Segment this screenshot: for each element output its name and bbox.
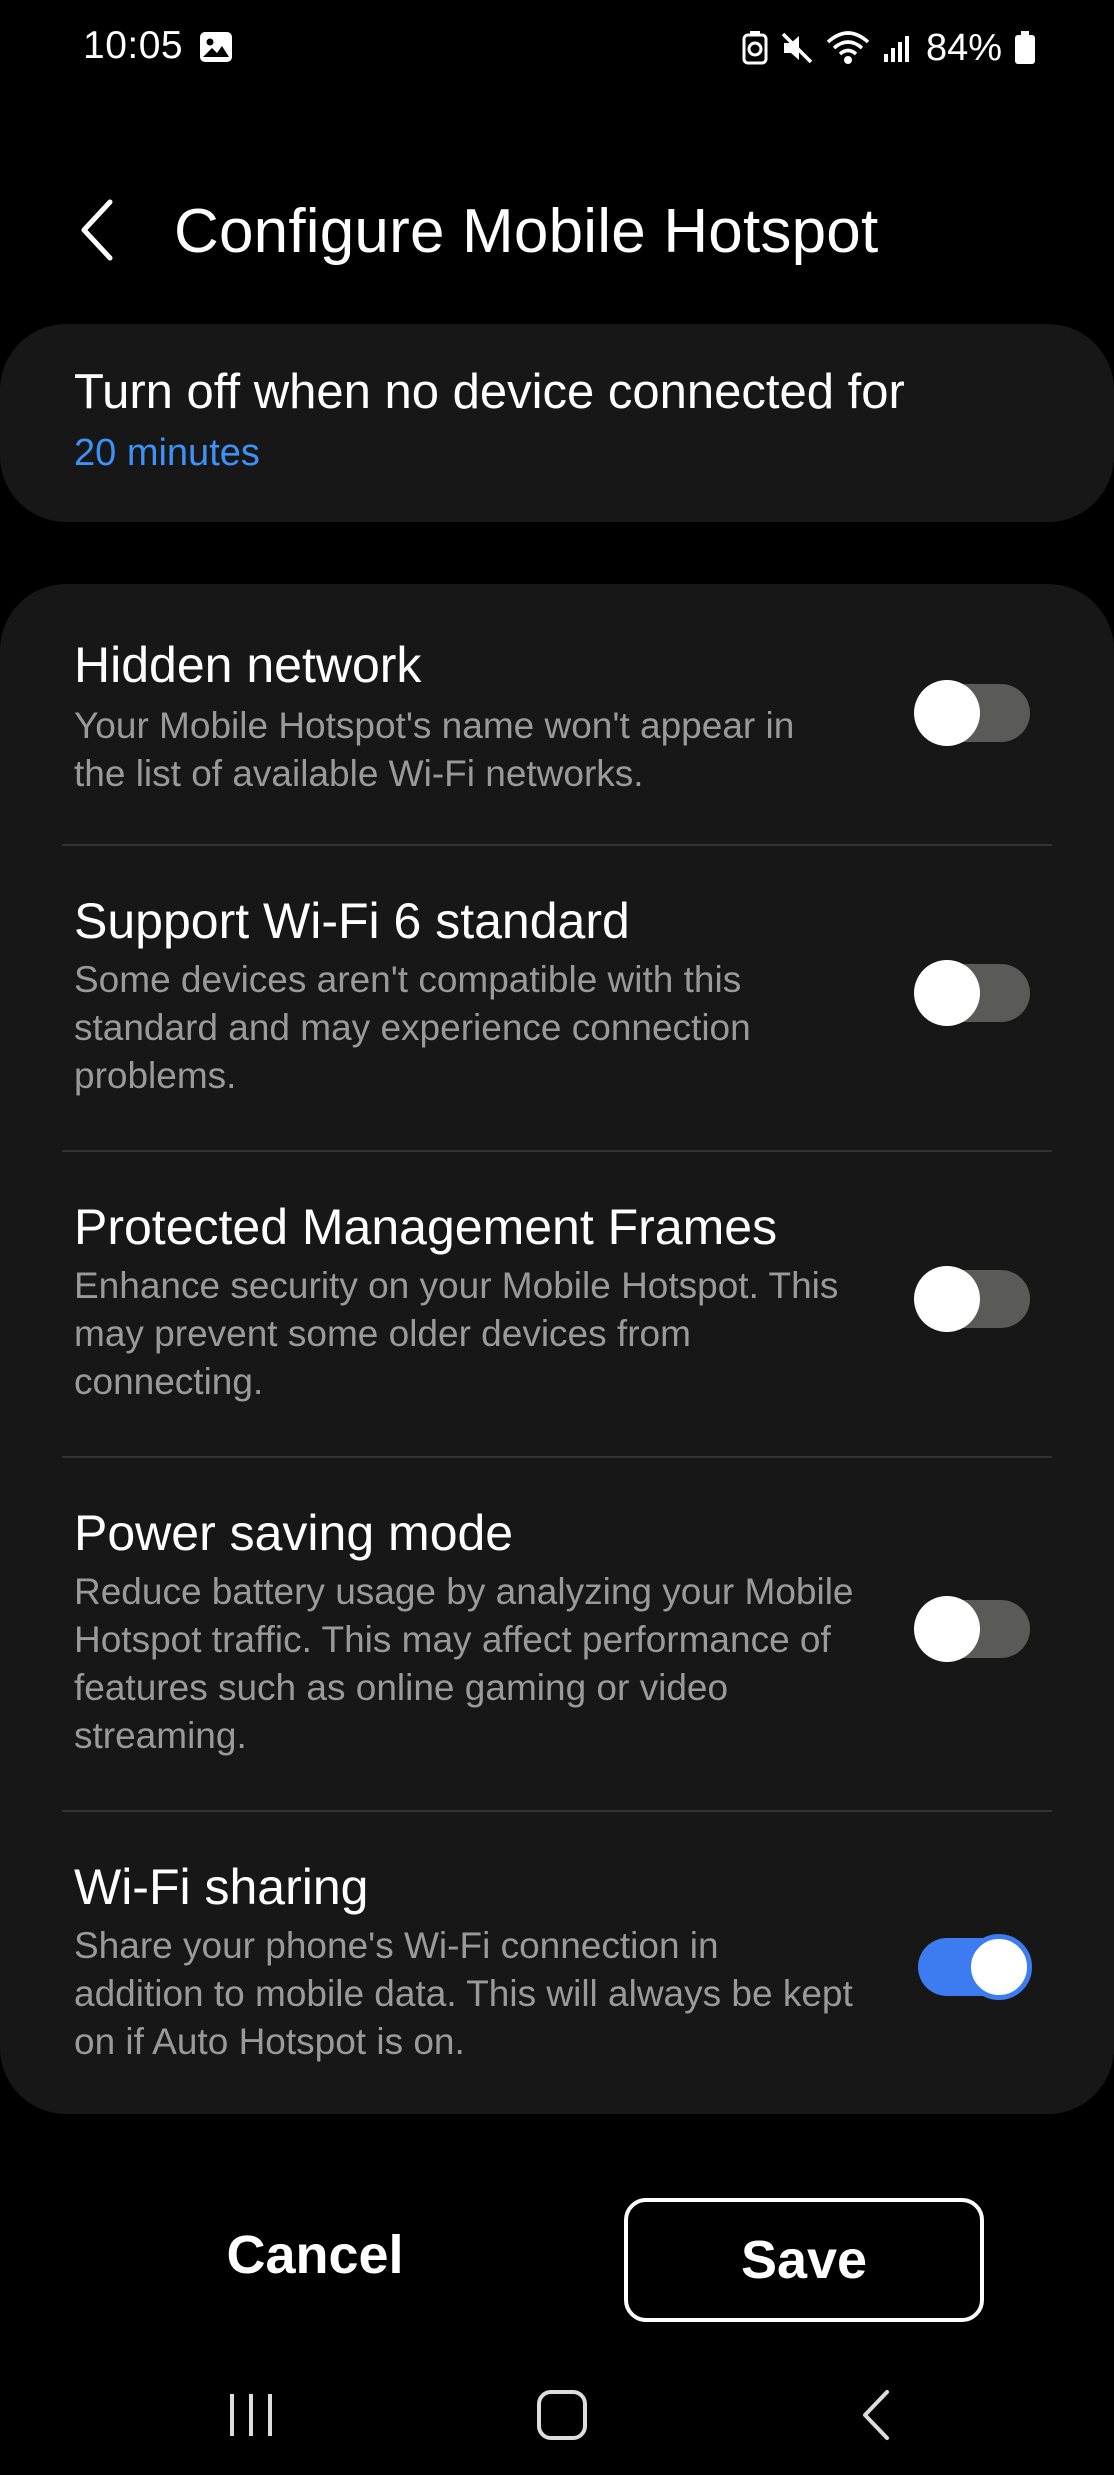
home-icon	[537, 2390, 587, 2440]
toggle-knob	[966, 1934, 1032, 2000]
signal-icon	[883, 36, 909, 62]
timeout-title: Turn off when no device connected for	[74, 365, 905, 419]
option-wifi-sharing[interactable]: Wi-Fi sharing Share your phone's Wi-Fi c…	[0, 1812, 1114, 2112]
option-description: Some devices aren't compatible with this…	[74, 959, 751, 1096]
battery-percent: 84%	[925, 26, 1002, 69]
back-arrow-icon	[81, 199, 113, 261]
back-icon	[863, 2390, 889, 2440]
toggle-knob	[914, 960, 980, 1026]
status-icons: 84%	[742, 26, 1036, 70]
recent-apps-icon	[230, 2394, 272, 2436]
option-title: Power saving mode	[74, 1505, 514, 1561]
option-pmf[interactable]: Protected Management Frames Enhance secu…	[0, 1152, 1114, 1456]
navigation-bar	[0, 2350, 1114, 2475]
nav-back-button[interactable]	[830, 2370, 920, 2460]
status-bar: 10:05 84%	[0, 0, 1114, 95]
option-description: Enhance security on your Mobile Hotspot.…	[74, 1265, 839, 1402]
mute-icon	[781, 32, 813, 64]
option-title: Wi-Fi sharing	[74, 1859, 369, 1915]
wifi-sharing-toggle[interactable]	[918, 1934, 1032, 2000]
option-title: Protected Management Frames	[74, 1199, 778, 1255]
cancel-button[interactable]: Cancel	[200, 2200, 430, 2310]
option-description: Reduce battery usage by analyzing your M…	[74, 1571, 854, 1756]
toggle-knob	[914, 1596, 980, 1662]
screen: 10:05 84% Configure Mobile Hotspot Turn …	[0, 0, 1114, 2475]
home-button[interactable]	[517, 2370, 607, 2460]
option-description: Share your phone's Wi-Fi connection in a…	[74, 1925, 853, 2062]
option-title: Support Wi-Fi 6 standard	[74, 893, 630, 949]
timeout-setting[interactable]: Turn off when no device connected for 20…	[0, 324, 1114, 522]
gallery-icon	[200, 32, 232, 62]
data-saver-icon	[742, 31, 768, 65]
save-button[interactable]: Save	[624, 2198, 984, 2322]
wifi-icon	[826, 31, 870, 64]
option-hidden-network[interactable]: Hidden network Your Mobile Hotspot's nam…	[0, 584, 1114, 844]
option-wifi6[interactable]: Support Wi-Fi 6 standard Some devices ar…	[0, 846, 1114, 1150]
option-description: Your Mobile Hotspot's name won't appear …	[74, 705, 795, 794]
toggle-knob	[914, 680, 980, 746]
battery-icon	[1015, 31, 1035, 64]
power-saving-toggle[interactable]	[914, 1596, 1030, 1662]
recent-apps-button[interactable]	[206, 2370, 296, 2460]
option-power-saving[interactable]: Power saving mode Reduce battery usage b…	[0, 1458, 1114, 1810]
hidden-network-toggle[interactable]	[914, 680, 1030, 746]
options-card: Hidden network Your Mobile Hotspot's nam…	[0, 584, 1114, 2114]
page-title: Configure Mobile Hotspot	[174, 197, 879, 266]
toggle-knob	[914, 1266, 980, 1332]
timeout-value: 20 minutes	[74, 432, 260, 474]
status-time: 10:05	[83, 24, 184, 67]
option-title: Hidden network	[74, 637, 422, 693]
pmf-toggle[interactable]	[914, 1266, 1030, 1332]
wifi6-toggle[interactable]	[914, 960, 1030, 1026]
header: Configure Mobile Hotspot	[0, 180, 1114, 280]
back-button[interactable]	[60, 194, 132, 266]
